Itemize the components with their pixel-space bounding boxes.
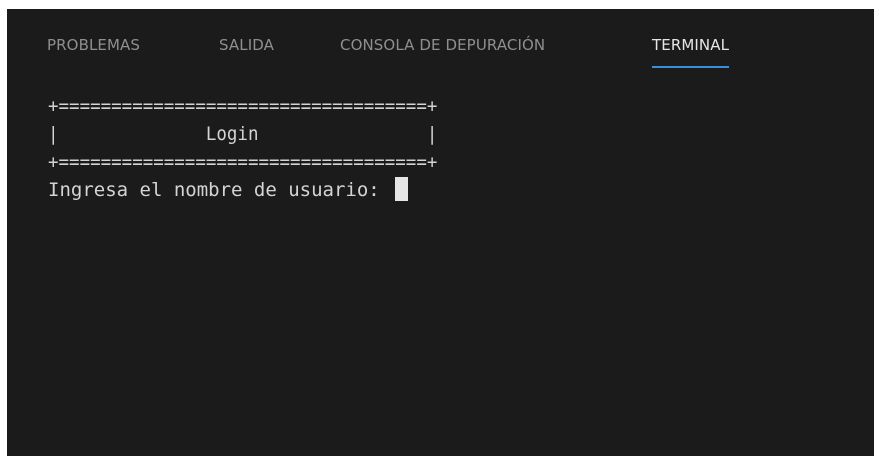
tab-consola-de-depuracion[interactable]: CONSOLA DE DEPURACIÓN	[340, 36, 545, 54]
active-tab-indicator	[652, 66, 730, 68]
username-prompt-line: Ingresa el nombre de usuario:	[48, 176, 854, 204]
username-prompt: Ingresa el nombre de usuario:	[48, 179, 392, 201]
tab-problemas[interactable]: PROBLEMAS	[47, 36, 140, 54]
login-box-bottom-border: +===================================+	[48, 151, 438, 173]
terminal-cursor	[395, 177, 409, 201]
tab-terminal[interactable]: TERMINAL	[652, 36, 730, 68]
terminal-panel: PROBLEMAS SALIDA CONSOLA DE DEPURACIÓN T…	[7, 9, 874, 456]
tab-terminal-label: TERMINAL	[652, 36, 730, 54]
login-box-title: | Login |	[48, 123, 438, 145]
tab-salida[interactable]: SALIDA	[219, 36, 274, 54]
login-box-top-border: +===================================+	[48, 95, 438, 117]
panel-tabs: PROBLEMAS SALIDA CONSOLA DE DEPURACIÓN T…	[7, 9, 874, 79]
terminal-output[interactable]: +===================================+ | …	[48, 92, 854, 436]
